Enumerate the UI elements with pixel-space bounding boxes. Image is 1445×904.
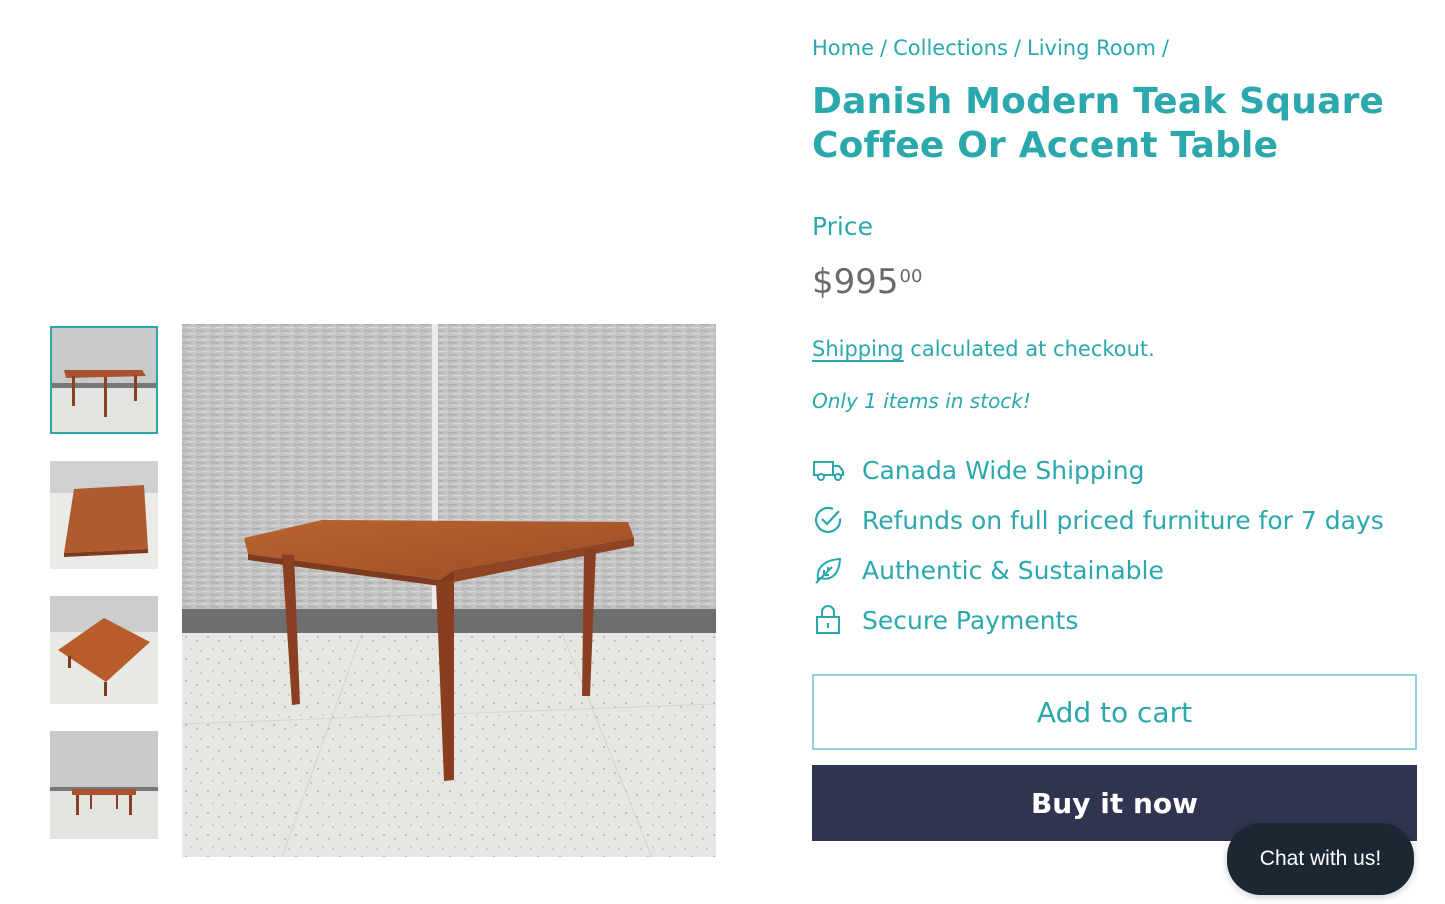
- chat-label: Chat with us!: [1259, 847, 1382, 870]
- chat-button[interactable]: Chat with us!: [1227, 823, 1414, 895]
- main-product-image[interactable]: [182, 324, 716, 857]
- breadcrumb: Home / Collections / Living Room /: [812, 36, 1175, 60]
- price-cents: 00: [899, 266, 923, 287]
- shipping-note: Shipping calculated at checkout.: [812, 337, 1155, 361]
- stock-note: Only 1 items in stock!: [812, 389, 1031, 413]
- leaf-icon: [812, 554, 848, 586]
- price-whole: 995: [833, 262, 899, 302]
- price-currency: $: [812, 262, 834, 302]
- feature-item: Authentic & Sustainable: [812, 552, 1164, 588]
- product-price: $99500: [812, 262, 922, 302]
- truck-icon: [812, 454, 848, 486]
- breadcrumb-separator: /: [1161, 36, 1169, 60]
- product-title: Danish Modern Teak Square Coffee Or Acce…: [812, 81, 1385, 166]
- breadcrumb-separator: /: [1013, 36, 1021, 60]
- lock-icon: [812, 604, 848, 636]
- shipping-text: calculated at checkout.: [910, 337, 1155, 361]
- breadcrumb-living-room[interactable]: Living Room: [1027, 36, 1156, 60]
- check-circle-icon: [812, 504, 848, 536]
- thumbnail-2[interactable]: [50, 461, 158, 569]
- feature-label: Secure Payments: [862, 605, 1079, 635]
- feature-label: Canada Wide Shipping: [862, 455, 1145, 485]
- breadcrumb-separator: /: [880, 36, 888, 60]
- feature-item: Refunds on full priced furniture for 7 d…: [812, 502, 1384, 538]
- feature-item: Canada Wide Shipping: [812, 452, 1144, 488]
- feature-label: Authentic & Sustainable: [862, 555, 1164, 585]
- thumbnail-4[interactable]: [50, 731, 158, 839]
- thumbnail-3[interactable]: [50, 596, 158, 704]
- shipping-link[interactable]: Shipping: [812, 337, 904, 361]
- feature-item: Secure Payments: [812, 602, 1078, 638]
- breadcrumb-collections[interactable]: Collections: [893, 36, 1008, 60]
- add-to-cart-button[interactable]: Add to cart: [812, 674, 1417, 750]
- feature-label: Refunds on full priced furniture for 7 d…: [862, 505, 1384, 535]
- price-label: Price: [812, 212, 873, 241]
- breadcrumb-home[interactable]: Home: [812, 36, 874, 60]
- thumbnail-1[interactable]: [50, 326, 158, 434]
